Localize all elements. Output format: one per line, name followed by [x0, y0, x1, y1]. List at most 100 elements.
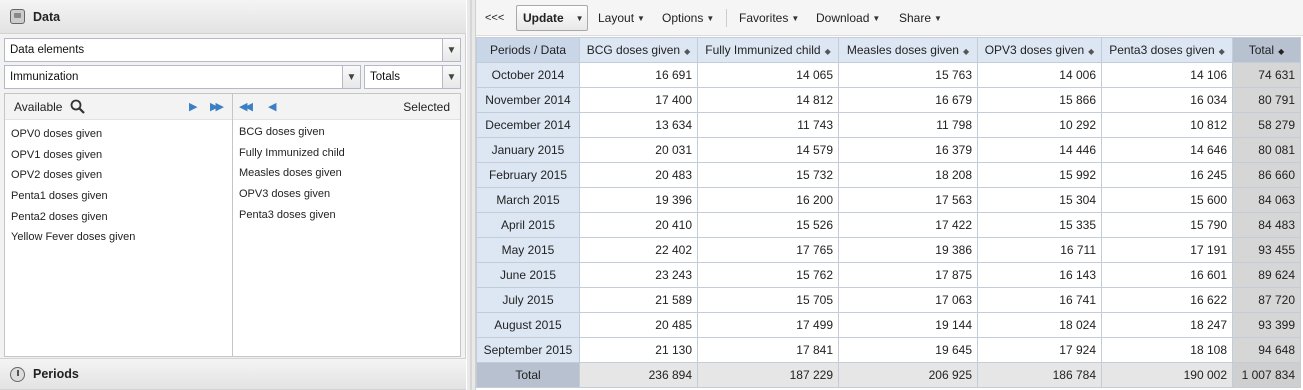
sort-icon[interactable]: ◆	[963, 47, 969, 56]
table-cell[interactable]: 17 191	[1101, 237, 1233, 263]
column-header[interactable]: Measles doses given ◆	[838, 37, 978, 63]
group-select[interactable]: Immunization ▼	[4, 65, 361, 89]
table-cell[interactable]: 15 705	[697, 287, 839, 313]
table-cell[interactable]: 16 622	[1101, 287, 1233, 313]
row-header[interactable]: April 2015	[476, 212, 580, 238]
table-cell[interactable]: 17 499	[697, 312, 839, 338]
table-cell[interactable]: 17 063	[838, 287, 978, 313]
table-cell[interactable]: 21 589	[579, 287, 698, 313]
total-column-header[interactable]: Total ◆	[1232, 37, 1301, 63]
collapse-panel-button[interactable]: <<<	[485, 0, 504, 36]
row-header[interactable]: February 2015	[476, 162, 580, 188]
row-header[interactable]: July 2015	[476, 287, 580, 313]
row-total-cell[interactable]: 86 660	[1232, 162, 1301, 188]
search-icon[interactable]	[70, 99, 86, 114]
table-cell[interactable]: 15 790	[1101, 212, 1233, 238]
panel-splitter[interactable]	[467, 0, 476, 390]
select-one-icon[interactable]: ▶	[189, 100, 197, 113]
deselect-one-icon[interactable]: ◀	[268, 100, 276, 113]
row-total-cell[interactable]: 93 455	[1232, 237, 1301, 263]
table-cell[interactable]: 18 247	[1101, 312, 1233, 338]
selected-item[interactable]: Penta3 doses given	[233, 205, 460, 226]
available-item[interactable]: OPV1 doses given	[5, 145, 232, 166]
column-header[interactable]: Penta3 doses given ◆	[1101, 37, 1233, 63]
column-total-cell[interactable]: 236 894	[579, 362, 698, 388]
row-header[interactable]: May 2015	[476, 237, 580, 263]
table-cell[interactable]: 17 924	[977, 337, 1102, 363]
table-cell[interactable]: 10 812	[1101, 112, 1233, 138]
table-cell[interactable]: 17 841	[697, 337, 839, 363]
table-cell[interactable]: 17 563	[838, 187, 978, 213]
chevron-down-icon[interactable]: ▼	[342, 66, 360, 88]
share-button[interactable]: Share ▼	[899, 0, 942, 36]
row-total-cell[interactable]: 93 399	[1232, 312, 1301, 338]
detail-select[interactable]: Totals ▼	[364, 65, 461, 89]
row-header[interactable]: September 2015	[476, 337, 580, 363]
grand-total-cell[interactable]: 1 007 834	[1232, 362, 1301, 388]
table-cell[interactable]: 18 208	[838, 162, 978, 188]
table-cell[interactable]: 16 143	[977, 262, 1102, 288]
row-total-cell[interactable]: 80 791	[1232, 87, 1301, 113]
column-total-cell[interactable]: 187 229	[697, 362, 839, 388]
table-cell[interactable]: 16 245	[1101, 162, 1233, 188]
available-item[interactable]: OPV0 doses given	[5, 124, 232, 145]
table-cell[interactable]: 18 108	[1101, 337, 1233, 363]
options-button[interactable]: Options ▼	[662, 0, 714, 36]
table-cell[interactable]: 17 765	[697, 237, 839, 263]
available-item[interactable]: Penta1 doses given	[5, 186, 232, 207]
table-cell[interactable]: 15 763	[838, 62, 978, 88]
table-cell[interactable]: 14 106	[1101, 62, 1233, 88]
table-cell[interactable]: 16 034	[1101, 87, 1233, 113]
table-cell[interactable]: 15 600	[1101, 187, 1233, 213]
row-header[interactable]: October 2014	[476, 62, 580, 88]
table-cell[interactable]: 13 634	[579, 112, 698, 138]
table-cell[interactable]: 16 711	[977, 237, 1102, 263]
table-cell[interactable]: 19 396	[579, 187, 698, 213]
table-cell[interactable]: 17 422	[838, 212, 978, 238]
row-header[interactable]: March 2015	[476, 187, 580, 213]
row-header[interactable]: November 2014	[476, 87, 580, 113]
table-cell[interactable]: 16 679	[838, 87, 978, 113]
row-header[interactable]: June 2015	[476, 262, 580, 288]
table-cell[interactable]: 14 812	[697, 87, 839, 113]
table-cell[interactable]: 19 144	[838, 312, 978, 338]
sort-icon[interactable]: ◆	[684, 47, 690, 56]
table-cell[interactable]: 14 446	[977, 137, 1102, 163]
table-cell[interactable]: 20 031	[579, 137, 698, 163]
periods-section-header[interactable]: Periods	[0, 358, 466, 390]
table-cell[interactable]: 11 798	[838, 112, 978, 138]
table-cell[interactable]: 19 645	[838, 337, 978, 363]
table-cell[interactable]: 14 065	[697, 62, 839, 88]
available-item[interactable]: Yellow Fever doses given	[5, 227, 232, 248]
selected-item[interactable]: BCG doses given	[233, 122, 460, 143]
available-item[interactable]: OPV2 doses given	[5, 165, 232, 186]
chevron-down-icon[interactable]: ▼	[576, 14, 584, 23]
table-cell[interactable]: 23 243	[579, 262, 698, 288]
row-total-cell[interactable]: 89 624	[1232, 262, 1301, 288]
table-cell[interactable]: 15 304	[977, 187, 1102, 213]
column-total-cell[interactable]: 190 002	[1101, 362, 1233, 388]
table-cell[interactable]: 14 646	[1101, 137, 1233, 163]
table-cell[interactable]: 17 875	[838, 262, 978, 288]
table-cell[interactable]: 20 485	[579, 312, 698, 338]
table-cell[interactable]: 19 386	[838, 237, 978, 263]
sort-icon[interactable]: ◆	[825, 47, 831, 56]
table-cell[interactable]: 15 335	[977, 212, 1102, 238]
selected-item[interactable]: Fully Immunized child	[233, 143, 460, 164]
download-button[interactable]: Download ▼	[816, 0, 880, 36]
table-cell[interactable]: 20 483	[579, 162, 698, 188]
chevron-down-icon[interactable]: ▼	[442, 66, 460, 88]
table-cell[interactable]: 22 402	[579, 237, 698, 263]
row-total-cell[interactable]: 94 648	[1232, 337, 1301, 363]
data-elements-select[interactable]: Data elements ▼	[4, 38, 461, 62]
selected-item[interactable]: Measles doses given	[233, 163, 460, 184]
table-cell[interactable]: 14 579	[697, 137, 839, 163]
row-total-cell[interactable]: 84 483	[1232, 212, 1301, 238]
table-cell[interactable]: 15 866	[977, 87, 1102, 113]
sort-icon[interactable]: ◆	[1219, 47, 1225, 56]
row-total-cell[interactable]: 58 279	[1232, 112, 1301, 138]
selected-item[interactable]: OPV3 doses given	[233, 184, 460, 205]
available-item[interactable]: Penta2 doses given	[5, 207, 232, 228]
column-header[interactable]: Fully Immunized child ◆	[697, 37, 839, 63]
table-cell[interactable]: 16 691	[579, 62, 698, 88]
